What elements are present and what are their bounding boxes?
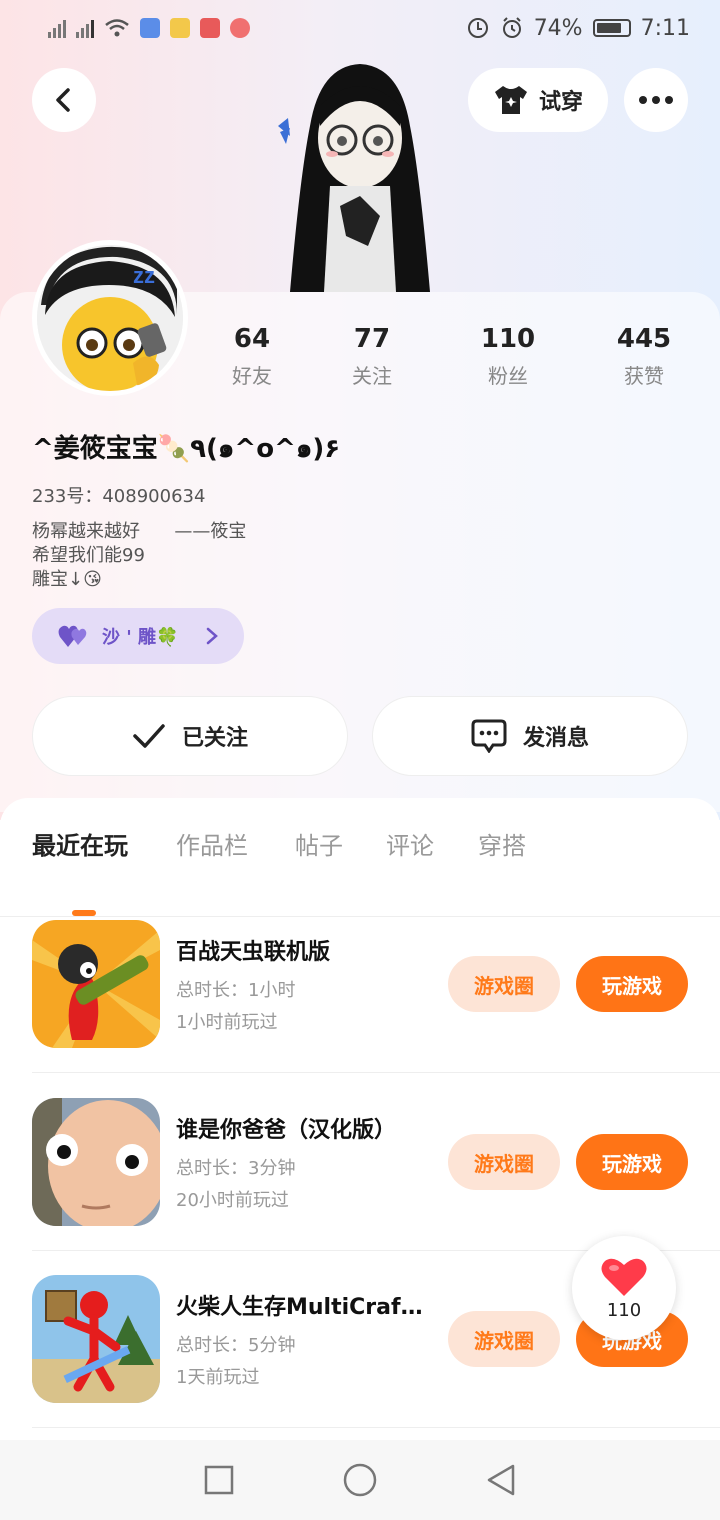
- game-title: 谁是你爸爸（汉化版）: [176, 1118, 397, 1143]
- send-message-button[interactable]: 发消息: [372, 696, 688, 776]
- game-duration: 总时长：5分钟: [176, 1335, 296, 1356]
- game-last-played: 20小时前玩过: [176, 1190, 289, 1211]
- home-icon[interactable]: [342, 1462, 378, 1498]
- stat-likes-value: 445: [616, 324, 672, 354]
- signal-icon: [76, 18, 94, 38]
- data-saver-icon: [467, 18, 488, 38]
- send-message-label: 发消息: [522, 726, 589, 751]
- shirt-icon: [494, 86, 527, 114]
- try-on-button[interactable]: 试穿: [468, 68, 608, 132]
- stat-fans[interactable]: 110 粉丝: [453, 324, 563, 389]
- tabs-divider: [0, 916, 720, 917]
- game-circle-button[interactable]: 游戏圈: [448, 1134, 560, 1190]
- svg-text:zz: zz: [133, 263, 155, 288]
- bio-line: 杨幂越来越好 ——筱宝: [32, 521, 247, 542]
- battery-icon: [592, 19, 631, 37]
- stat-friends[interactable]: 64 好友: [197, 324, 307, 389]
- stat-likes[interactable]: 445 获赞: [589, 324, 699, 389]
- username: ^姜筱宝宝🍡٩(๑^o^๑)۶: [32, 434, 341, 464]
- content-panel: 最近在玩 作品栏 帖子 评论 穿搭 百战天虫联机版 总时长：1小时 1小时前玩过…: [0, 798, 720, 1438]
- stat-friends-label: 好友: [232, 364, 272, 388]
- user-id[interactable]: 233号：408900634: [32, 482, 205, 508]
- followed-label: 已关注: [181, 726, 248, 751]
- profile-stats: 64 好友 77 关注 110 粉丝 445 获赞: [0, 324, 720, 394]
- clock: 7:11: [640, 15, 690, 41]
- play-game-button[interactable]: 玩游戏: [576, 1134, 688, 1190]
- game-icon-stickman-multicraft: [32, 1275, 160, 1403]
- like-floating-button[interactable]: 110: [572, 1236, 676, 1340]
- recent-apps-icon[interactable]: [203, 1464, 235, 1496]
- check-icon: [133, 724, 165, 748]
- friend-relation-pill[interactable]: 沙 ' 雕🍀: [32, 608, 244, 664]
- like-count: 110: [606, 1299, 642, 1321]
- row-divider: [32, 1072, 720, 1073]
- stat-following-value: 77: [353, 324, 391, 354]
- heart-icon: [601, 1258, 647, 1296]
- followed-button[interactable]: 已关注: [32, 696, 348, 776]
- more-dots-icon: [639, 96, 673, 104]
- wifi-icon: [105, 19, 129, 37]
- tab-posts[interactable]: 帖子: [295, 826, 343, 861]
- signal-icon: [48, 18, 66, 38]
- chevron-right-icon: [207, 627, 219, 645]
- stat-friends-value: 64: [233, 324, 271, 354]
- notes-app-icon: [170, 18, 190, 38]
- status-bar: 74% 7:11: [0, 0, 720, 56]
- bio-line: 希望我们能99: [32, 545, 145, 566]
- stat-following[interactable]: 77 关注: [317, 324, 427, 389]
- game-icon-worms: [32, 920, 160, 1048]
- list-item[interactable]: 百战天虫联机版 总时长：1小时 1小时前玩过 游戏圈 玩游戏: [0, 920, 720, 1096]
- game-icon-whos-your-daddy: [32, 1098, 160, 1226]
- game-title: 火柴人生存MultiCraft...: [176, 1295, 432, 1320]
- game-circle-button[interactable]: 游戏圈: [448, 1311, 560, 1367]
- tab-works[interactable]: 作品栏: [176, 826, 248, 861]
- row-divider: [32, 1427, 720, 1428]
- back-button[interactable]: [32, 68, 96, 132]
- store-app-icon: [200, 18, 220, 38]
- battery-percent: 74%: [533, 15, 583, 41]
- message-icon: [471, 719, 507, 753]
- paw-app-icon: [140, 18, 160, 38]
- game-duration: 总时长：1小时: [176, 980, 296, 1001]
- stat-following-label: 关注: [352, 364, 392, 388]
- stat-fans-value: 110: [480, 324, 536, 354]
- location-app-icon: [230, 18, 250, 38]
- back-nav-icon[interactable]: [485, 1463, 517, 1497]
- user-bio: 杨幂越来越好 ——筱宝 希望我们能99 雕宝↓😘: [32, 520, 246, 592]
- double-heart-icon: [58, 625, 87, 647]
- bio-line: 雕宝↓😘: [32, 569, 102, 590]
- system-navigation-bar: [0, 1440, 720, 1520]
- game-duration: 总时长：3分钟: [176, 1158, 296, 1179]
- chevron-left-icon: [56, 88, 70, 112]
- try-on-label: 试穿: [538, 90, 583, 115]
- game-last-played: 1天前玩过: [176, 1367, 260, 1388]
- stat-likes-label: 获赞: [624, 364, 664, 388]
- more-options-button[interactable]: [624, 68, 688, 132]
- game-last-played: 1小时前玩过: [176, 1012, 278, 1033]
- tab-comments[interactable]: 评论: [386, 826, 434, 861]
- profile-tabs: 最近在玩 作品栏 帖子 评论 穿搭: [0, 826, 720, 917]
- play-game-button[interactable]: 玩游戏: [576, 956, 688, 1012]
- alarm-icon: [502, 17, 521, 38]
- stat-fans-label: 粉丝: [488, 364, 528, 388]
- tab-outfits[interactable]: 穿搭: [478, 826, 526, 861]
- game-title: 百战天虫联机版: [176, 940, 331, 965]
- tab-recently-played[interactable]: 最近在玩: [32, 826, 128, 861]
- avatar-3d-figure[interactable]: [250, 56, 470, 296]
- game-circle-button[interactable]: 游戏圈: [448, 956, 560, 1012]
- friend-pill-label: 沙 ' 雕🍀: [102, 627, 179, 648]
